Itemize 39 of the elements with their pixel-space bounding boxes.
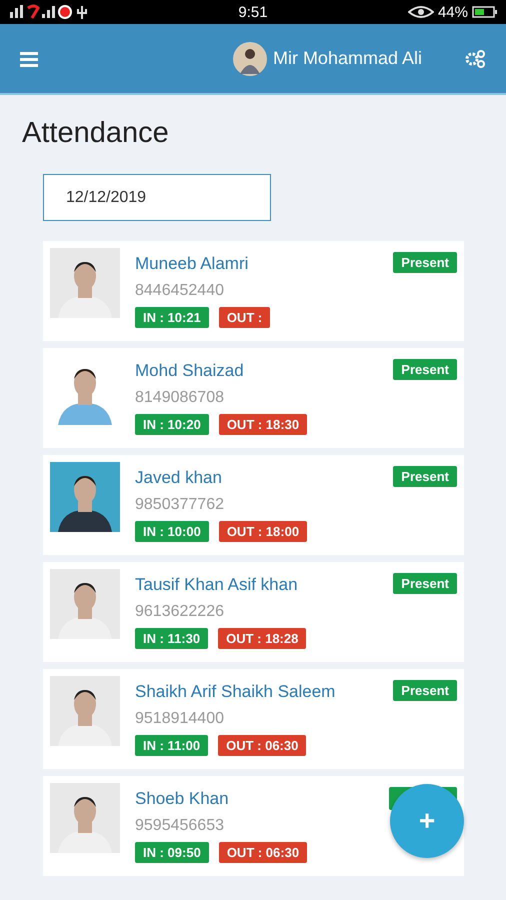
page-title: Attendance [22, 117, 169, 150]
menu-button[interactable] [20, 50, 40, 66]
avatar-icon [232, 42, 267, 76]
check-in-badge: IN : 09:50 [135, 842, 209, 863]
employee-name[interactable]: Tausif Khan Asif khan [135, 575, 298, 595]
battery-percent: 44% [438, 4, 468, 20]
employee-name[interactable]: Mohd Shaizad [135, 361, 244, 381]
check-out-badge: OUT : 18:28 [218, 628, 306, 649]
check-in-badge: IN : 10:21 [135, 307, 209, 328]
employee-name[interactable]: Shoeb Khan [135, 789, 229, 809]
check-out-badge: OUT : 06:30 [218, 735, 306, 756]
date-field[interactable]: 12/12/2019 [43, 174, 271, 221]
status-badge: Present [393, 359, 457, 380]
check-in-badge: IN : 10:00 [135, 521, 209, 542]
user-name: Mir Mohammad Ali [272, 48, 422, 69]
status-badge: Present [393, 252, 457, 273]
phone-number: 9850377762 [135, 496, 224, 514]
eye-icon [408, 5, 434, 19]
phone-number: 8149086708 [135, 389, 224, 407]
employee-name[interactable]: Javed khan [135, 468, 222, 488]
employee-name[interactable]: Muneeb Alamri [135, 254, 248, 274]
phone-number: 9518914400 [135, 710, 224, 728]
status-badge: Present [393, 466, 457, 487]
employee-name[interactable]: Shaikh Arif Shaikh Saleem [135, 682, 336, 702]
check-out-badge: OUT : 06:30 [218, 842, 308, 863]
status-badge: Present [393, 573, 457, 594]
phone-number: 9595456653 [135, 817, 224, 835]
battery-icon [472, 5, 498, 19]
check-out-badge: OUT : 18:30 [218, 414, 308, 435]
check-out-badge: OUT : [218, 307, 270, 328]
check-out-badge: OUT : 18:00 [218, 521, 308, 542]
check-in-badge: IN : 11:30 [135, 628, 208, 649]
status-badge: Present [393, 680, 457, 701]
settings-button[interactable] [464, 48, 486, 68]
phone-number: 9613622226 [135, 603, 224, 621]
check-in-badge: IN : 11:00 [135, 735, 208, 756]
phone-number: 8446452440 [135, 282, 224, 300]
check-in-badge: IN : 10:20 [135, 414, 209, 435]
status-time: 9:51 [238, 4, 268, 20]
